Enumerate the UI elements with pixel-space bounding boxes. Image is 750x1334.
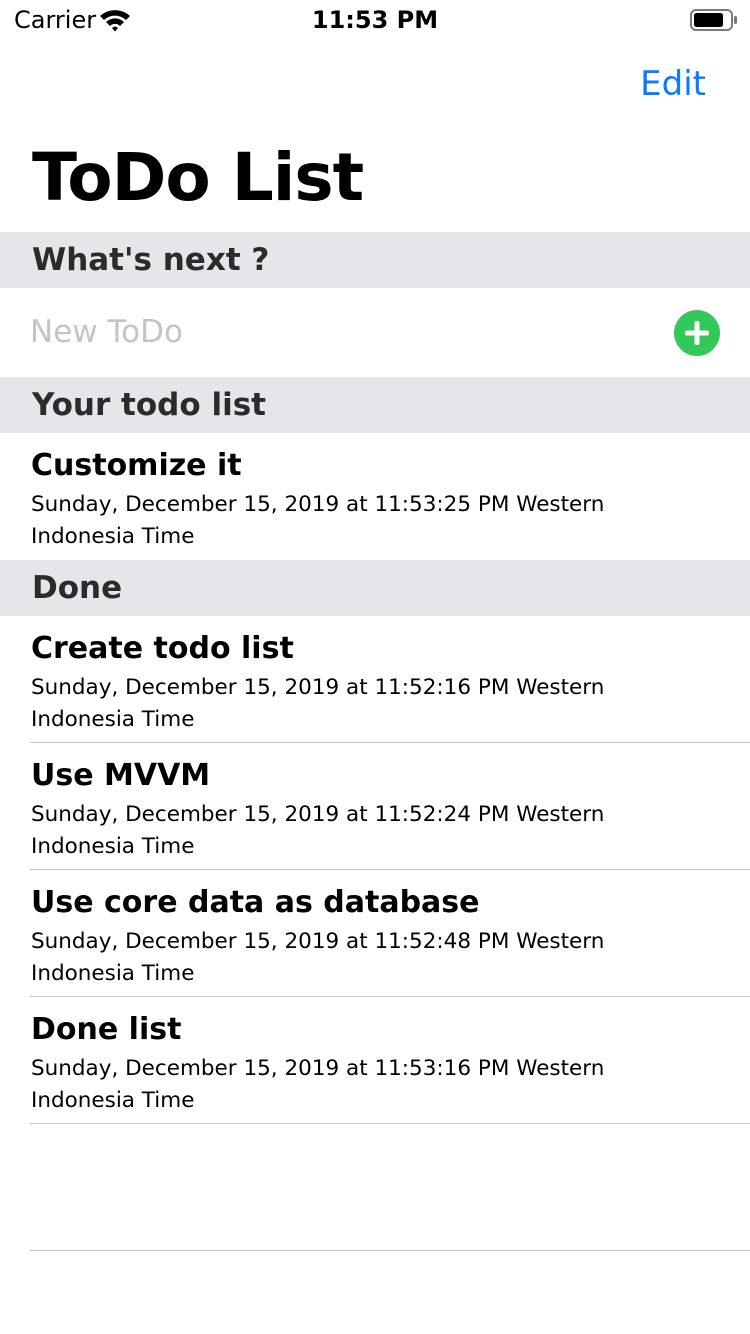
page-title: ToDo List [32,139,364,216]
done-item-use-mvvm[interactable]: Use MVVM Sunday, December 15, 2019 at 11… [0,743,750,870]
section-title: Done [32,570,123,606]
todo-title: Done list [31,1012,182,1047]
todo-title: Customize it [31,448,242,483]
todo-item-customize-it[interactable]: Customize it Sunday, December 15, 2019 a… [0,433,750,560]
todo-title: Create todo list [31,631,294,666]
new-todo-input[interactable] [30,308,650,356]
new-todo-row [0,288,750,377]
todo-date: Sunday, December 15, 2019 at 11:52:48 PM… [31,929,605,986]
section-header-done: Done [0,560,750,616]
section-title: Your todo list [32,387,266,423]
section-header-your-list: Your todo list [0,377,750,433]
row-separator [30,1250,750,1251]
todo-title: Use core data as database [31,885,480,920]
status-bar: Carrier 11:53 PM [0,0,750,40]
section-header-whats-next: What's next ? [0,232,750,288]
row-separator [30,1123,750,1124]
add-circle-icon [685,321,709,345]
add-todo-button[interactable] [674,310,720,356]
done-item-create-todo-list[interactable]: Create todo list Sunday, December 15, 20… [0,616,750,743]
done-item-done-list[interactable]: Done list Sunday, December 15, 2019 at 1… [0,997,750,1124]
todo-date: Sunday, December 15, 2019 at 11:52:24 PM… [31,802,605,859]
todo-date: Sunday, December 15, 2019 at 11:52:16 PM… [31,675,605,732]
battery-icon [690,9,737,31]
todo-date: Sunday, December 15, 2019 at 11:53:16 PM… [31,1056,605,1113]
section-title: What's next ? [32,242,270,278]
status-time: 11:53 PM [311,6,439,34]
todo-date: Sunday, December 15, 2019 at 11:53:25 PM… [31,492,605,549]
edit-button[interactable]: Edit [640,64,706,104]
done-item-use-core-data[interactable]: Use core data as database Sunday, Decemb… [0,870,750,997]
todo-title: Use MVVM [31,758,211,793]
